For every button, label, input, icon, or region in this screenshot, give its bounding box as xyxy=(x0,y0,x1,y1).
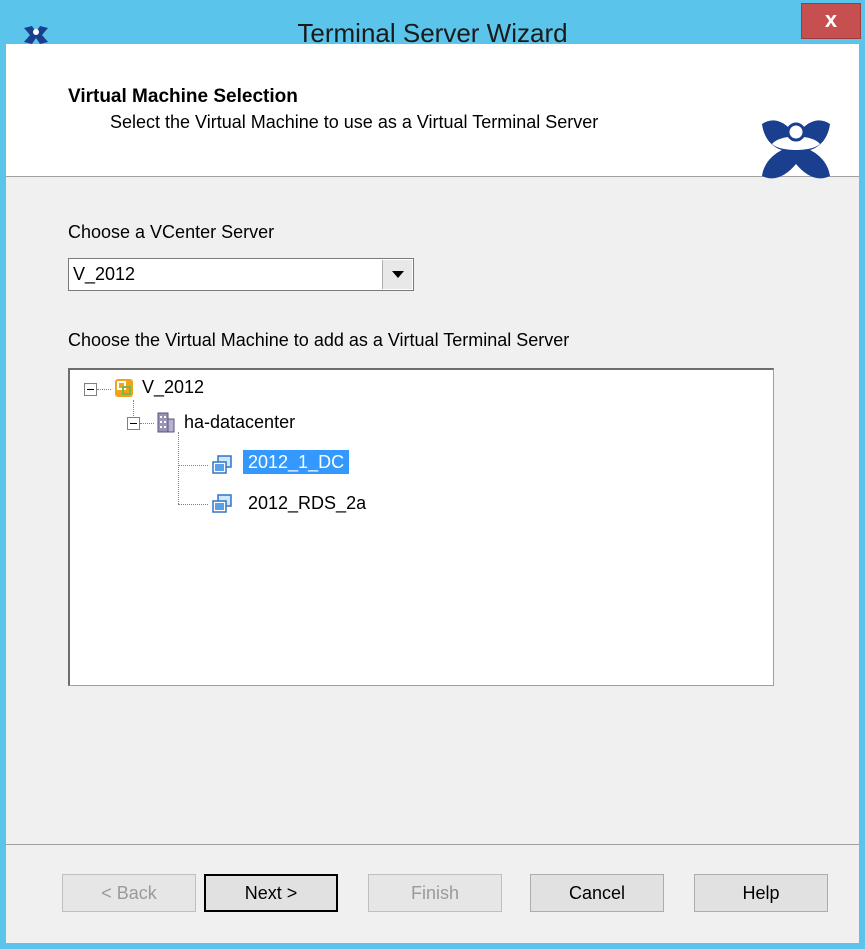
cancel-button[interactable]: Cancel xyxy=(530,874,664,912)
collapse-icon[interactable] xyxy=(84,383,97,396)
tree-connector xyxy=(178,504,208,505)
vm-tree-view[interactable]: V_2012 ha-datacenter 2012_1_DC 2012_RDS_… xyxy=(68,368,774,686)
wizard-client-area: Virtual Machine Selection Select the Vir… xyxy=(6,44,859,943)
vm-icon xyxy=(212,494,232,513)
page-subtitle: Select the Virtual Machine to use as a V… xyxy=(110,112,599,132)
tree-connector xyxy=(133,400,134,418)
vcenter-icon xyxy=(115,379,133,397)
back-button[interactable]: < Back xyxy=(62,874,196,912)
help-button[interactable]: Help xyxy=(694,874,828,912)
tree-node-vcenter[interactable]: V_2012 xyxy=(142,377,204,398)
tree-node-vm[interactable]: 2012_1_DC xyxy=(243,450,350,474)
wizard-header: Virtual Machine Selection Select the Vir… xyxy=(6,44,859,179)
tree-connector xyxy=(140,423,154,424)
tree-node-vm-label: 2012_1_DC xyxy=(243,450,350,474)
datacenter-icon xyxy=(157,412,175,433)
vm-icon xyxy=(212,455,232,474)
wizard-window: Terminal Server Wizard x Virtual Machine… xyxy=(0,0,865,949)
user-logo-icon xyxy=(762,120,830,179)
page-title: Virtual Machine Selection xyxy=(68,86,298,107)
next-button[interactable]: Next > xyxy=(204,874,338,912)
tree-connector xyxy=(178,432,179,504)
tree-node-datacenter[interactable]: ha-datacenter xyxy=(184,412,295,433)
vcenter-label: Choose a VCenter Server xyxy=(68,222,275,242)
collapse-icon[interactable] xyxy=(127,417,140,430)
chevron-down-icon[interactable] xyxy=(382,260,412,289)
tree-connector xyxy=(178,465,208,466)
vcenter-selected-value: V_2012 xyxy=(73,264,136,284)
finish-button[interactable]: Finish xyxy=(368,874,502,912)
close-button[interactable]: x xyxy=(801,3,861,39)
vcenter-dropdown[interactable]: V_2012 xyxy=(68,258,414,291)
tree-node-vm[interactable]: 2012_RDS_2a xyxy=(248,493,366,514)
tree-connector xyxy=(97,389,111,390)
vm-label: Choose the Virtual Machine to add as a V… xyxy=(68,330,570,350)
